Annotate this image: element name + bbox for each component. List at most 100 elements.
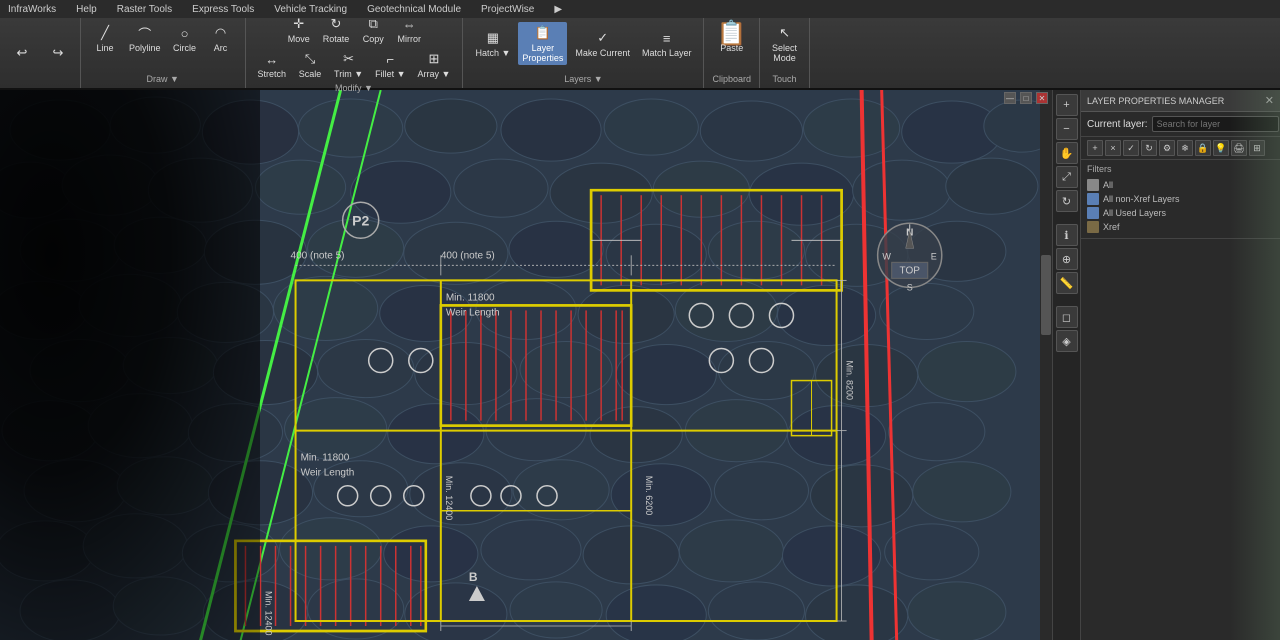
toolbar-touch: ↖SelectMode Touch (760, 18, 810, 88)
filter-used-label: All Used Layers (1103, 208, 1166, 218)
filter-all[interactable]: All (1087, 178, 1274, 192)
layer-refresh-button[interactable]: ↻ (1141, 140, 1157, 156)
filter-all-label: All (1103, 180, 1113, 190)
layer-search-area: Current layer: 🔍 (1081, 112, 1280, 137)
make-current-button[interactable]: ✓Make Current (571, 27, 634, 60)
svg-text:Min. 8200: Min. 8200 (845, 361, 855, 401)
navcube-button[interactable]: ◈ (1056, 330, 1078, 352)
pan-button[interactable]: ✋ (1056, 142, 1078, 164)
zoom-out-button[interactable]: − (1056, 118, 1078, 140)
svg-text:Min. 12400: Min. 12400 (264, 591, 274, 636)
layer-lock-button[interactable]: 🔒 (1195, 140, 1211, 156)
layer-properties-button[interactable]: 📋LayerProperties (518, 22, 567, 65)
layer-freeze-button[interactable]: ❄ (1177, 140, 1193, 156)
cad-vertical-scrollbar[interactable] (1040, 90, 1052, 640)
filter-xref[interactable]: Xref (1087, 220, 1274, 234)
menu-vehicle-tracking[interactable]: Vehicle Tracking (270, 3, 351, 16)
line-button[interactable]: ╱Line (89, 22, 121, 55)
toolbar-layers: ▦Hatch ▼ 📋LayerProperties ✓Make Current … (463, 18, 704, 88)
menu-more[interactable]: ▶ (550, 3, 566, 16)
layer-search-input[interactable] (1152, 116, 1279, 132)
layer-new-button[interactable]: + (1087, 140, 1103, 156)
layer-panel-close-button[interactable]: ✕ (1265, 94, 1274, 107)
fillet-button[interactable]: ⌐Fillet ▼ (371, 48, 409, 81)
stretch-button[interactable]: ↔Stretch (254, 48, 291, 81)
layer-delete-button[interactable]: × (1105, 140, 1121, 156)
filter-non-xref[interactable]: All non-Xref Layers (1087, 192, 1274, 206)
cad-window-controls: — □ ✕ (1004, 92, 1048, 104)
layer-on-button[interactable]: 💡 (1213, 140, 1229, 156)
menu-help[interactable]: Help (72, 3, 101, 16)
snap-button[interactable]: ⊕ (1056, 248, 1078, 270)
clipboard-label: Clipboard (712, 74, 751, 84)
menu-raster-tools[interactable]: Raster Tools (113, 3, 176, 16)
scale-button[interactable]: ⤡Scale (294, 48, 326, 81)
paste-button[interactable]: 📋Paste (716, 22, 748, 55)
svg-text:Weir Length: Weir Length (446, 307, 500, 318)
touch-label: Touch (773, 74, 797, 84)
circle-button[interactable]: ○Circle (169, 22, 201, 55)
filter-used-icon (1087, 207, 1099, 219)
layer-current-button[interactable]: ✓ (1123, 140, 1139, 156)
match-layer-button[interactable]: ≡Match Layer (638, 27, 696, 60)
draw-label: Draw ▼ (147, 74, 179, 84)
toolbar: ↩ ↪ ╱Line ⌒Polyline ○Circle ◠Arc Draw ▼ … (0, 18, 1280, 90)
orbit-button[interactable]: ↻ (1056, 190, 1078, 212)
svg-text:B: B (469, 570, 478, 584)
layer-plot-button[interactable]: 🖨 (1231, 140, 1247, 156)
undo-button[interactable]: ↩ (6, 42, 38, 64)
layer-panel-header: LAYER PROPERTIES MANAGER ✕ (1081, 90, 1280, 112)
toolbar-clipboard: 📋Paste Clipboard (704, 18, 760, 88)
svg-text:P2: P2 (352, 212, 369, 228)
scrollbar-thumb[interactable] (1041, 255, 1051, 335)
trim-button[interactable]: ✂Trim ▼ (330, 48, 367, 81)
measure-button[interactable]: 📏 (1056, 272, 1078, 294)
filter-used[interactable]: All Used Layers (1087, 206, 1274, 220)
arc-button[interactable]: ◠Arc (205, 22, 237, 55)
minimize-button[interactable]: — (1004, 92, 1016, 104)
modify-label: Modify ▼ (335, 83, 373, 93)
menu-infraworks[interactable]: InfraWorks (4, 3, 60, 16)
toolbar-modify: ✛Move ↻Rotate ⧉Copy ⇔Mirror ↔Stretch ⤡Sc… (246, 18, 464, 88)
layer-merge-button[interactable]: ⊞ (1249, 140, 1265, 156)
svg-text:S: S (907, 282, 913, 292)
svg-text:Min. 12400: Min. 12400 (444, 476, 454, 521)
filter-xref-icon (1087, 221, 1099, 233)
polyline-button[interactable]: ⌒Polyline (125, 22, 165, 55)
select-mode-button[interactable]: ↖SelectMode (768, 22, 801, 65)
svg-text:E: E (931, 251, 937, 261)
zoom-in-button[interactable]: + (1056, 94, 1078, 116)
close-button[interactable]: ✕ (1036, 92, 1048, 104)
layer-panel-title: LAYER PROPERTIES MANAGER (1087, 96, 1224, 106)
filter-xref-label: Xref (1103, 222, 1120, 232)
maximize-button[interactable]: □ (1020, 92, 1032, 104)
hatch-button[interactable]: ▦Hatch ▼ (471, 27, 514, 60)
layer-toolbar: + × ✓ ↻ ⚙ ❄ 🔒 💡 🖨 ⊞ (1081, 137, 1280, 160)
svg-text:Min. 11800: Min. 11800 (301, 453, 350, 464)
filter-all-icon (1087, 179, 1099, 191)
svg-text:Min. 11800: Min. 11800 (446, 292, 495, 303)
menu-projectwise[interactable]: ProjectWise (477, 3, 538, 16)
layer-filters: Filters All All non-Xref Layers All Used… (1081, 160, 1280, 239)
current-layer-label: Current layer: (1087, 119, 1148, 130)
filters-label: Filters (1087, 164, 1274, 174)
properties-button[interactable]: ℹ (1056, 224, 1078, 246)
svg-text:Weir Length: Weir Length (301, 468, 355, 479)
menu-express-tools[interactable]: Express Tools (188, 3, 258, 16)
cad-canvas[interactable]: — □ ✕ (0, 90, 1280, 640)
svg-text:400 (note 5): 400 (note 5) (291, 250, 345, 261)
layers-label: Layers ▼ (564, 74, 602, 84)
viewcube-button[interactable]: ◻ (1056, 306, 1078, 328)
menu-geotechnical[interactable]: Geotechnical Module (363, 3, 465, 16)
person-silhouette (0, 90, 260, 640)
redo-button[interactable]: ↪ (42, 42, 74, 64)
layer-settings-button[interactable]: ⚙ (1159, 140, 1175, 156)
filter-non-xref-icon (1087, 193, 1099, 205)
svg-text:W: W (882, 251, 891, 261)
array-button[interactable]: ⊞Array ▼ (414, 48, 455, 81)
svg-text:400 (note 5): 400 (note 5) (441, 250, 495, 261)
zoom-extents-button[interactable]: ⤢ (1056, 166, 1078, 188)
filter-non-xref-label: All non-Xref Layers (1103, 194, 1180, 204)
side-toolbar: + − ✋ ⤢ ↻ ℹ ⊕ 📏 ◻ ◈ (1052, 90, 1080, 640)
svg-text:Min. 6200: Min. 6200 (644, 476, 654, 516)
